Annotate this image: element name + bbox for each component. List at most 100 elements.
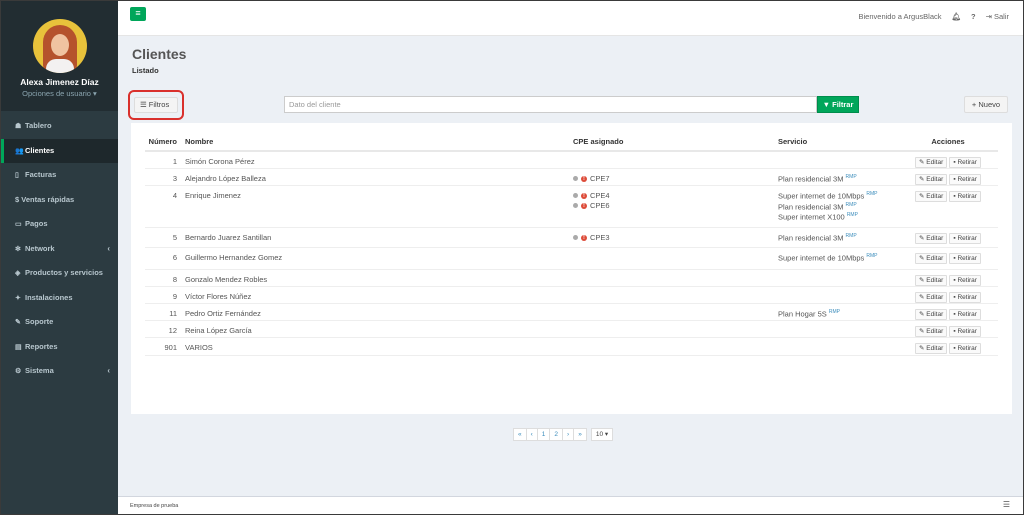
footer-company: Empresa de prueba	[130, 503, 179, 509]
edit-button[interactable]: ✎ Editar	[915, 292, 948, 303]
signal-icon	[573, 235, 578, 240]
client-number: 6	[145, 247, 185, 270]
logout-link[interactable]: ⇥ Salir	[986, 12, 1009, 21]
page-subtitle: Listado	[132, 66, 159, 75]
filters-highlight	[128, 90, 184, 120]
remove-button[interactable]: ▪ Retirar	[949, 253, 981, 264]
remove-button[interactable]: ▪ Retirar	[949, 174, 981, 185]
remove-button[interactable]: ▪ Retirar	[949, 191, 981, 202]
cpe-entry[interactable]: ! CPE3	[573, 233, 778, 242]
remove-button[interactable]: ▪ Retirar	[949, 233, 981, 244]
sidebar-item-8[interactable]: ✎ Soporte	[1, 310, 118, 335]
service-entry: Plan residencial 3M RMP	[778, 174, 898, 184]
page-2-button[interactable]: 2	[549, 428, 564, 441]
sidebar-item-0[interactable]: ☗ Tablero	[1, 114, 118, 139]
sidebar-menu: ☗ Tablero 👥Clientes ▯ Facturas $ Ventas rápid…	[1, 114, 118, 384]
client-name[interactable]: Pedro Ortiz Fernández	[185, 303, 573, 321]
tag-icon: ◈	[15, 270, 21, 277]
edit-button[interactable]: ✎ Editar	[915, 253, 948, 264]
service-label: Super internet X100	[778, 212, 845, 222]
table-row: 4 Enrique Jimenez! CPE4! CPE6 Super internet…	[145, 185, 998, 228]
client-actions: ✎ Editar ▪ Retirar	[898, 227, 998, 248]
footer: Empresa de prueba ☰	[118, 496, 1023, 514]
sidebar-item-label: Instalaciones	[25, 292, 73, 302]
sidebar-item-label: Pagos	[25, 219, 48, 228]
client-number: 901	[145, 337, 185, 356]
help-icon[interactable]: ?	[971, 12, 976, 21]
user-options-link[interactable]: Opciones de usuario ▾	[1, 89, 118, 98]
edit-button[interactable]: ✎ Editar	[915, 309, 948, 320]
per-page-select[interactable]: 10 ▾	[590, 428, 614, 441]
table-row: 9 Víctor Flores Núñez ✎ Editar ▪ Retirar	[145, 286, 998, 304]
remove-button[interactable]: ▪ Retirar	[949, 157, 981, 168]
sidebar-item-label: Productos y servicios	[25, 268, 103, 277]
sidebar-item-6[interactable]: ◈ Productos y servicios	[1, 261, 118, 286]
client-name[interactable]: Víctor Flores Núñez	[185, 286, 573, 304]
sidebar-item-label: Facturas	[25, 170, 57, 179]
edit-button[interactable]: ✎ Editar	[915, 157, 948, 168]
sidebar-item-4[interactable]: ▭ Pagos	[1, 212, 118, 237]
cpe-entry[interactable]: ! CPE7	[573, 174, 778, 183]
table-row: 8 Gonzalo Mendez Robles ✎ Editar ▪ Retirar	[145, 269, 998, 287]
remove-button[interactable]: ▪ Retirar	[949, 309, 981, 320]
avatar	[32, 19, 87, 73]
service-label: Super internet de 10Mbps	[778, 253, 865, 263]
sidebar-item-7[interactable]: ✦ Instalaciones	[1, 286, 118, 311]
client-cpe: ! CPE7	[573, 168, 778, 186]
page-last-button[interactable]: »	[573, 428, 587, 441]
sidebar-item-3[interactable]: $ Ventas rápidas	[1, 188, 118, 213]
remove-button[interactable]: ▪ Retirar	[949, 275, 981, 286]
edit-button[interactable]: ✎ Editar	[915, 174, 948, 185]
cpe-entry[interactable]: ! CPE6	[573, 201, 778, 210]
new-client-button[interactable]: + Nuevo	[964, 96, 1008, 113]
remove-button[interactable]: ▪ Retirar	[949, 326, 981, 337]
chevron-left-icon: ‹	[107, 366, 110, 375]
edit-button[interactable]: ✎ Editar	[915, 275, 948, 286]
client-services	[778, 151, 898, 169]
bell-icon[interactable]: 🔔︎	[951, 12, 961, 21]
client-services: Super internet de 10Mbps RMP	[778, 247, 898, 270]
sidebar-item-5[interactable]: ✻ Network ‹	[1, 237, 118, 262]
client-search-input[interactable]: Dato del cliente	[284, 96, 817, 113]
top-bar: ≡ Bienvenido a ArgusBlack 🔔︎ ? ⇥ Salir	[118, 1, 1023, 36]
col-nombre[interactable]: Nombre	[185, 133, 573, 152]
sidebar-item-1[interactable]: 👥Clientes	[1, 138, 118, 163]
remove-button[interactable]: ▪ Retirar	[949, 292, 981, 303]
client-number: 4	[145, 185, 185, 228]
page-first-button[interactable]: «	[513, 428, 527, 441]
client-name[interactable]: Simón Corona Pérez	[185, 151, 573, 169]
sidebar-item-10[interactable]: ⚙ Sistema ‹	[1, 359, 118, 384]
service-label: Plan residencial 3M	[778, 233, 844, 243]
client-name[interactable]: Reina López García	[185, 320, 573, 338]
edit-button[interactable]: ✎ Editar	[915, 191, 948, 202]
client-name[interactable]: Enrique Jimenez	[185, 185, 573, 228]
client-name[interactable]: Guillermo Hernandez Gomez	[185, 247, 573, 270]
cpe-entry[interactable]: ! CPE4	[573, 191, 778, 200]
edit-button[interactable]: ✎ Editar	[915, 343, 948, 354]
service-entry: Super internet X100 RMP	[778, 212, 898, 222]
chevron-left-icon: ‹	[107, 243, 110, 253]
sidebar-item-label: $ Ventas rápidas	[15, 194, 75, 204]
edit-button[interactable]: ✎ Editar	[915, 326, 948, 337]
sidebar-item-label: Soporte	[25, 317, 54, 326]
sidebar-toggle-button[interactable]: ≡	[130, 7, 146, 21]
client-name[interactable]: Alejandro López Balleza	[185, 168, 573, 186]
sidebar-item-9[interactable]: ▤ Reportes	[1, 335, 118, 360]
client-number: 3	[145, 168, 185, 186]
client-name[interactable]: Bernardo Juarez Santillan	[185, 227, 573, 248]
remove-button[interactable]: ▪ Retirar	[949, 343, 981, 354]
client-actions: ✎ Editar ▪ Retirar	[898, 151, 998, 169]
rmp-tag: RMP	[846, 212, 858, 218]
user-panel: Alexa Jimenez Díaz Opciones de usuario ▾	[1, 1, 118, 111]
filter-submit-button[interactable]: ▼ Filtrar	[817, 96, 859, 113]
sidebar-item-2[interactable]: ▯ Facturas	[1, 163, 118, 188]
client-name[interactable]: VARIOS	[185, 337, 573, 356]
col-numero[interactable]: Número	[145, 133, 185, 152]
alert-icon: !	[581, 202, 587, 209]
client-cpe	[573, 286, 778, 304]
cpe-label: CPE6	[590, 201, 610, 210]
page-1-button[interactable]: 1	[536, 428, 551, 441]
client-name[interactable]: Gonzalo Mendez Robles	[185, 269, 573, 287]
edit-button[interactable]: ✎ Editar	[915, 233, 948, 244]
service-label: Plan Hogar 5S	[778, 309, 827, 319]
